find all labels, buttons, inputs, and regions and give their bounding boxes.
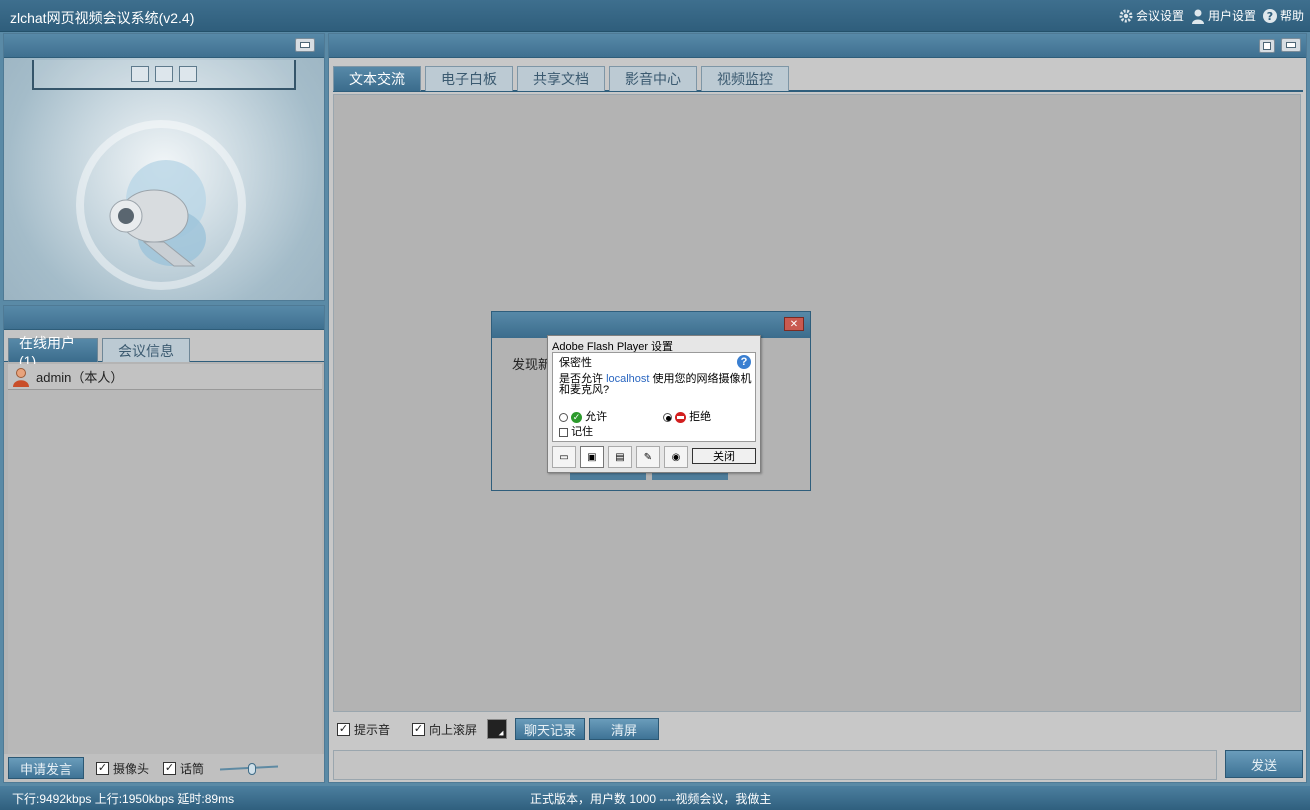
app-title: zlchat网页视频会议系统(v2.4) (10, 10, 195, 26)
flash-section-title: 保密性 (559, 357, 592, 369)
volume-slider[interactable] (220, 763, 279, 775)
tab-shared-docs[interactable]: 共享文档 (517, 66, 605, 91)
version-info: 正式版本，用户数 1000 ----视频会议，我做主 (530, 792, 772, 806)
radio-icon (559, 412, 568, 422)
svg-text:?: ? (1267, 10, 1273, 23)
deny-radio[interactable]: 拒绝 (663, 411, 711, 423)
check-icon: ✓ (412, 722, 426, 736)
message-input[interactable] (333, 750, 1217, 780)
scroll-up-checkbox[interactable]: ✓ 向上滚屏 (412, 721, 477, 738)
gear-icon (1119, 9, 1133, 22)
allow-radio[interactable]: ✓ 允许 (559, 411, 607, 423)
layout-single-button[interactable] (155, 66, 173, 82)
expand-icon (1263, 42, 1271, 50)
user-list (8, 390, 322, 754)
tab-online-users[interactable]: 在线用户(1) (8, 335, 98, 369)
video-area (4, 58, 324, 300)
flash-q3: 和麦克风? (559, 384, 610, 396)
block-icon (675, 411, 687, 423)
user-icon (1191, 9, 1204, 24)
main-tabs: 文本交流 电子白板 共享文档 影音中心 视频监控 (333, 66, 1303, 92)
dialog-message: 发现新 (512, 357, 552, 372)
camera-label: 摄像头 (113, 761, 150, 776)
user-name: admin（本人） (36, 370, 124, 385)
video-panel (3, 33, 325, 301)
video-panel-header (4, 34, 324, 58)
chat-history-button[interactable]: 聊天记录 (515, 718, 586, 740)
sound-checkbox[interactable]: ✓ 提示音 (337, 721, 390, 738)
camera-icon[interactable]: ◉ (664, 446, 688, 468)
close-icon[interactable]: ✕ (784, 317, 804, 331)
users-panel-header (4, 306, 324, 330)
mic-checkbox[interactable]: ✓ 话筒 (163, 760, 204, 777)
check-icon: ✓ (163, 761, 177, 775)
flash-q2: 使用您的网络摄像机 (652, 373, 752, 385)
flash-privacy-section: 保密性 ? 是否允许 localhost 使用您的网络摄像机 和麦克风? ✓ 允… (552, 352, 756, 442)
fullscreen-button[interactable] (179, 66, 197, 82)
checkbox-icon (559, 427, 568, 437)
status-bar: 下行:9492kbps 上行:1950kbps 延时:89ms 正式版本，用户数… (0, 786, 1310, 810)
main-panel-restore-button[interactable] (1281, 38, 1301, 52)
main-panel: 文本交流 电子白板 共享文档 影音中心 视频监控 ✓ 提示音 ✓ 向上滚屏 聊天… (328, 33, 1307, 783)
check-icon: ✓ (96, 761, 109, 775)
deny-label: 拒绝 (689, 411, 712, 423)
user-avatar-icon (13, 367, 29, 387)
help-icon: ? (1262, 8, 1277, 23)
meeting-settings-label: 会议设置 (1135, 9, 1184, 23)
flash-host: localhost (606, 373, 650, 385)
radio-selected-icon (663, 412, 672, 422)
tab-meeting-info[interactable]: 会议信息 (102, 338, 190, 362)
microphone-icon[interactable]: ✎ (636, 446, 660, 468)
sound-label: 提示音 (354, 722, 391, 737)
meeting-settings-button[interactable]: 会议设置 (1118, 7, 1184, 24)
layout-grid-button[interactable] (131, 66, 149, 82)
allow-label: 允许 (585, 411, 608, 423)
help-icon[interactable]: ? (737, 355, 751, 369)
check-icon: ✓ (337, 722, 350, 736)
flash-settings-panel: Adobe Flash Player 设置 保密性 ? 是否允许 localho… (547, 335, 761, 473)
tab-video-monitor[interactable]: 视频监控 (701, 66, 789, 91)
main-panel-header (329, 34, 1306, 58)
network-stats: 下行:9492kbps 上行:1950kbps 延时:89ms (12, 792, 235, 806)
users-tabs: 在线用户(1) 会议信息 (4, 330, 324, 369)
privacy-monitor-icon[interactable]: ▣ (580, 446, 604, 468)
top-actions: 会议设置 用户设置 ? 帮助 (1118, 7, 1304, 24)
camera-checkbox[interactable]: ✓ 摄像头 (96, 760, 149, 777)
users-panel: 在线用户(1) 会议信息 admin（本人） 申请发言 ✓ 摄像头 ✓ 话筒 (3, 305, 325, 783)
scroll-up-label: 向上滚屏 (429, 722, 478, 737)
send-button[interactable]: 发送 (1225, 750, 1303, 778)
check-circle-icon: ✓ (571, 411, 583, 423)
remember-label: 记住 (571, 426, 594, 438)
tab-text-chat[interactable]: 文本交流 (333, 66, 421, 91)
slider-handle[interactable] (248, 763, 257, 775)
video-toolbar (32, 60, 296, 90)
remember-checkbox[interactable]: 记住 (559, 426, 593, 438)
request-speak-button[interactable]: 申请发言 (8, 757, 84, 779)
mic-label: 话筒 (180, 761, 205, 776)
title-bar: zlchat网页视频会议系统(v2.4) 会议设置 用户设置 ? 帮助 (0, 0, 1310, 32)
help-button[interactable]: ? 帮助 (1262, 7, 1304, 24)
users-bottom-bar: 申请发言 ✓ 摄像头 ✓ 话筒 (4, 754, 324, 782)
list-item[interactable]: admin（本人） (8, 364, 322, 390)
tab-whiteboard[interactable]: 电子白板 (425, 66, 513, 91)
webcam-icon (109, 160, 206, 267)
chat-toolbar: ✓ 提示音 ✓ 向上滚屏 聊天记录 清屏 (337, 717, 660, 741)
storage-folder-icon[interactable]: ▤ (608, 446, 632, 468)
video-panel-restore-button[interactable] (295, 38, 315, 52)
flash-close-button[interactable]: 关闭 (692, 448, 756, 464)
user-settings-label: 用户设置 (1207, 9, 1256, 23)
restore-icon (300, 42, 310, 48)
chat-history-area[interactable] (333, 94, 1301, 712)
tab-media-center[interactable]: 影音中心 (609, 66, 697, 91)
display-settings-icon[interactable]: ▭ (552, 446, 576, 468)
restore-icon (1286, 42, 1296, 48)
help-label: 帮助 (1279, 9, 1304, 23)
user-settings-button[interactable]: 用户设置 (1190, 7, 1256, 24)
maximize-button[interactable] (1259, 39, 1275, 53)
clear-screen-button[interactable]: 清屏 (589, 718, 660, 740)
text-color-picker[interactable] (487, 719, 508, 739)
